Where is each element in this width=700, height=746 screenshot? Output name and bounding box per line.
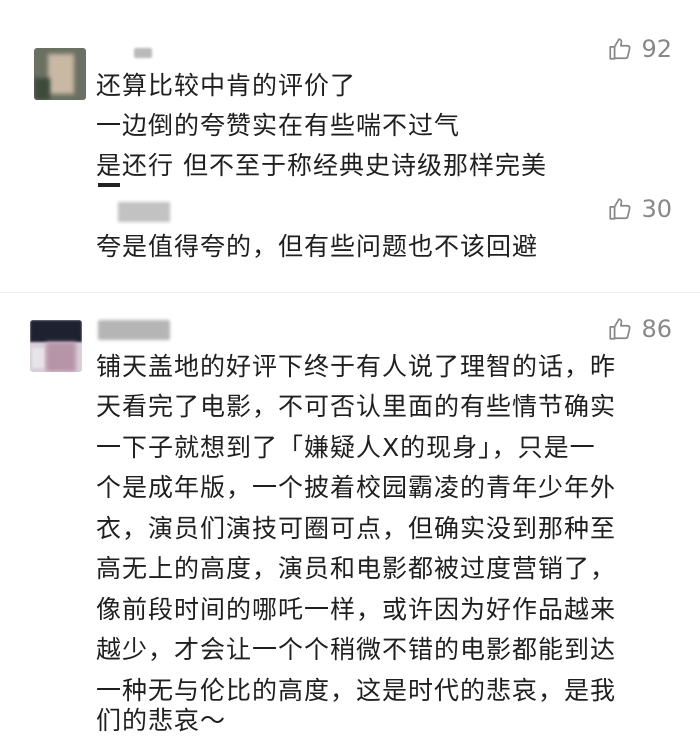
comment-text-line: 们的悲哀～ — [96, 706, 227, 735]
thumbs-up-icon — [609, 38, 632, 60]
comment-text-line: 是还行 但不至于称经典史诗级那样完美 — [96, 151, 547, 180]
like-count: 92 — [641, 35, 672, 63]
avatar[interactable] — [34, 48, 86, 100]
comment-text-line: 夸是值得夸的，但有些问题也不该回避 — [96, 232, 539, 261]
small-cursor-mark — [98, 183, 120, 187]
comment-text-line: 一种无与伦比的高度，这是时代的悲哀，是我 — [96, 676, 617, 705]
like-button[interactable]: 86 — [607, 312, 672, 346]
avatar[interactable] — [30, 320, 82, 372]
comment-text-line: 还算比较中肯的评价了 — [96, 71, 357, 100]
comment-text-line: 一边倒的夸赞实在有些喘不过气 — [96, 111, 461, 140]
comment-text-line: 天看完了电影，不可否认里面的有些情节确实 — [96, 392, 617, 421]
like-button[interactable]: 30 — [607, 192, 672, 226]
comment-3: 86 铺天盖地的好评下终于有人说了理智的话，昨 天看完了电影，不可否认里面的有些… — [0, 300, 700, 746]
thumbs-up-icon — [609, 198, 632, 220]
comment-text-line: 越少，才会让一个个稍微不错的电影都能到达 — [96, 635, 617, 664]
divider — [0, 292, 700, 293]
like-count: 86 — [641, 315, 672, 343]
like-count: 30 — [641, 195, 672, 223]
comment-text-line: 像前段时间的哪吒一样，或许因为好作品越来 — [96, 595, 617, 624]
reply-username-blurred[interactable] — [118, 202, 170, 222]
comment-1: 92 还算比较中肯的评价了 一边倒的夸赞实在有些喘不过气 是还行 但不至于称经典… — [0, 0, 700, 195]
comment-text-line: 铺天盖地的好评下终于有人说了理智的话，昨 — [96, 352, 617, 381]
thumbs-up-icon — [609, 318, 632, 340]
username-blurred[interactable] — [134, 48, 152, 58]
comment-text-line: 一下子就想到了「嫌疑人X的现身」，只是一 — [96, 433, 596, 462]
comment-2-reply: 30 夸是值得夸的，但有些问题也不该回避 — [0, 190, 700, 280]
like-button[interactable]: 92 — [607, 32, 672, 66]
comment-text-line: 个是成年版，一个披着校园霸凌的青年少年外 — [96, 473, 617, 502]
username-blurred[interactable] — [98, 320, 170, 340]
comment-text-line: 衣，演员们演技可圈可点，但确实没到那种至 — [96, 514, 617, 543]
comment-text-line: 高无上的高度，演员和电影都被过度营销了， — [96, 554, 617, 583]
